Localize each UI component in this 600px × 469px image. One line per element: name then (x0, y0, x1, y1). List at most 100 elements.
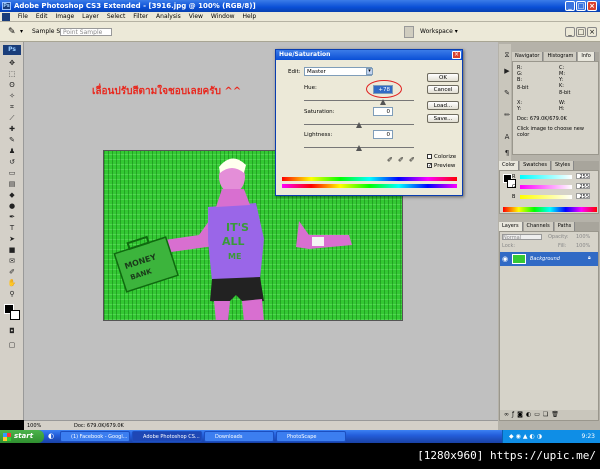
tab-layers[interactable]: Layers (499, 222, 523, 231)
eyedropper-icon[interactable]: ✐ (387, 156, 393, 164)
fill-value[interactable]: 100% (576, 243, 590, 249)
hue-slider-track[interactable] (304, 100, 414, 101)
lasso-tool-icon[interactable]: ʘ (5, 80, 19, 90)
save-button[interactable]: Save... (427, 114, 459, 123)
path-selection-tool-icon[interactable]: ➤ (5, 234, 19, 244)
gradient-tool-icon[interactable]: ▤ (5, 179, 19, 189)
menu-help[interactable]: Help (242, 12, 256, 22)
menu-filter[interactable]: Filter (133, 12, 148, 22)
menu-select[interactable]: Select (107, 12, 126, 22)
healing-brush-tool-icon[interactable]: ✚ (5, 124, 19, 134)
delete-layer-icon[interactable]: 🗑︎ (551, 411, 562, 418)
zoom-tool-icon[interactable]: ⚲ (5, 289, 19, 299)
eyedropper-tool-icon-2[interactable]: ✐ (5, 267, 19, 277)
doc-restore-button[interactable]: □ (576, 27, 586, 37)
pen-tool-icon[interactable]: ✒ (5, 212, 19, 222)
menu-image[interactable]: Image (55, 12, 74, 22)
chevron-down-icon[interactable]: ▾ (366, 68, 373, 75)
notes-tool-icon[interactable]: ✉ (5, 256, 19, 266)
menu-view[interactable]: View (189, 12, 203, 22)
maximize-button[interactable]: □ (576, 1, 586, 11)
eyedropper-tool-icon[interactable]: ✎ (8, 22, 16, 42)
screen-mode-icon[interactable]: ▢ (5, 340, 19, 350)
taskbar-item-photoshop[interactable]: Adobe Photoshop CS... (132, 431, 202, 442)
brush-tool-icon[interactable]: ✎ (5, 135, 19, 145)
ps-menu-icon[interactable] (2, 13, 10, 21)
minimize-button[interactable]: _ (565, 1, 575, 11)
tab-histogram[interactable]: Histogram (544, 52, 578, 61)
menu-layer[interactable]: Layer (82, 12, 99, 22)
tab-swatches[interactable]: Swatches (520, 161, 551, 170)
color-r-value[interactable]: 255 (576, 173, 590, 180)
taskbar-item-photoscape[interactable]: PhotoScape (276, 431, 346, 442)
color-g-value[interactable]: 255 (576, 183, 590, 190)
color-ramp[interactable] (503, 207, 597, 212)
saturation-value-input[interactable]: 0 (373, 107, 393, 116)
sample-size-select[interactable]: Point Sample (60, 28, 112, 36)
edit-channel-select[interactable]: Master (304, 67, 372, 76)
preview-checkbox[interactable]: ✓ Preview (427, 163, 455, 169)
tab-color[interactable]: Color (499, 161, 520, 170)
visibility-eye-icon[interactable]: ◉ (502, 255, 508, 263)
color-g-slider[interactable] (520, 185, 572, 189)
colorize-check-box[interactable] (427, 154, 432, 159)
type-tool-icon[interactable]: T (5, 223, 19, 233)
shape-tool-icon[interactable]: ■ (5, 245, 19, 255)
quicklaunch-icon[interactable]: ◐ (48, 432, 58, 441)
color-b-slider[interactable] (520, 195, 572, 199)
taskbar-item-downloads[interactable]: Downloads (204, 431, 274, 442)
lightness-value-input[interactable]: 0 (373, 130, 393, 139)
new-group-icon[interactable]: ▭ (534, 411, 543, 418)
eraser-tool-icon[interactable]: ▭ (5, 168, 19, 178)
tab-navigator[interactable]: Navigator (512, 52, 544, 61)
blur-tool-icon[interactable]: ◆ (5, 190, 19, 200)
blend-mode-select[interactable]: Normal (502, 234, 542, 241)
layer-mask-icon[interactable]: ◙ (517, 411, 526, 418)
tab-info[interactable]: Info (578, 52, 595, 61)
menu-window[interactable]: Window (211, 12, 235, 22)
tab-styles[interactable]: Styles (551, 161, 575, 170)
menu-edit[interactable]: Edit (36, 12, 48, 22)
load-button[interactable]: Load... (427, 101, 459, 110)
crop-tool-icon[interactable]: ⌗ (5, 102, 19, 112)
eyedropper-plus-icon[interactable]: ✐ (398, 156, 404, 164)
color-r-slider[interactable] (520, 175, 572, 179)
doc-close-button[interactable]: × (587, 27, 597, 37)
opacity-value[interactable]: 100% (576, 234, 590, 240)
dodge-tool-icon[interactable]: ● (5, 201, 19, 211)
ok-button[interactable]: OK (427, 73, 459, 82)
adjustment-layer-icon[interactable]: ◐ (526, 411, 534, 418)
preview-check-box[interactable]: ✓ (427, 163, 432, 169)
link-layers-icon[interactable]: ∞ (504, 411, 512, 418)
clone-stamp-tool-icon[interactable]: ♟ (5, 146, 19, 156)
tab-channels[interactable]: Channels (523, 222, 554, 231)
close-window-button[interactable]: × (587, 1, 597, 11)
cancel-button[interactable]: Cancel (427, 85, 459, 94)
workspace-menu[interactable]: Workspace ▾ (420, 22, 458, 42)
new-layer-icon[interactable]: ❏ (543, 411, 551, 418)
move-tool-icon[interactable]: ✥ (5, 58, 19, 68)
history-brush-tool-icon[interactable]: ↺ (5, 157, 19, 167)
hand-tool-icon[interactable]: ✋ (5, 278, 19, 288)
color-b-value[interactable]: 255 (576, 193, 590, 200)
taskbar-item-facebook[interactable]: (1) Facebook - Googl... (60, 431, 130, 442)
eyedropper-minus-icon[interactable]: ✐ (409, 156, 415, 164)
hue-slider-thumb[interactable] (380, 99, 387, 105)
menu-analysis[interactable]: Analysis (156, 12, 181, 22)
tab-paths[interactable]: Paths (554, 222, 576, 231)
menu-file[interactable]: File (18, 12, 28, 22)
layer-name[interactable]: Background (530, 256, 560, 262)
quick-mask-icon[interactable]: ◘ (5, 326, 19, 336)
tray-icons[interactable]: ◆◉▲◐◑ (509, 430, 544, 443)
doc-minimize-button[interactable]: _ (565, 27, 575, 37)
magic-wand-tool-icon[interactable]: ✧ (5, 91, 19, 101)
dialog-close-button[interactable]: × (452, 51, 461, 59)
saturation-slider-thumb[interactable] (356, 122, 362, 128)
lightness-slider-thumb[interactable] (356, 145, 362, 151)
layer-row-background[interactable]: ◉ Background 🔒︎ (500, 252, 598, 266)
start-button[interactable]: start (0, 430, 44, 443)
slice-tool-icon[interactable]: ⟋ (5, 113, 19, 123)
marquee-tool-icon[interactable]: ⬚ (5, 69, 19, 79)
tool-preset-chevron-icon[interactable]: ▾ (20, 22, 23, 42)
colorize-checkbox[interactable]: Colorize (427, 154, 456, 160)
